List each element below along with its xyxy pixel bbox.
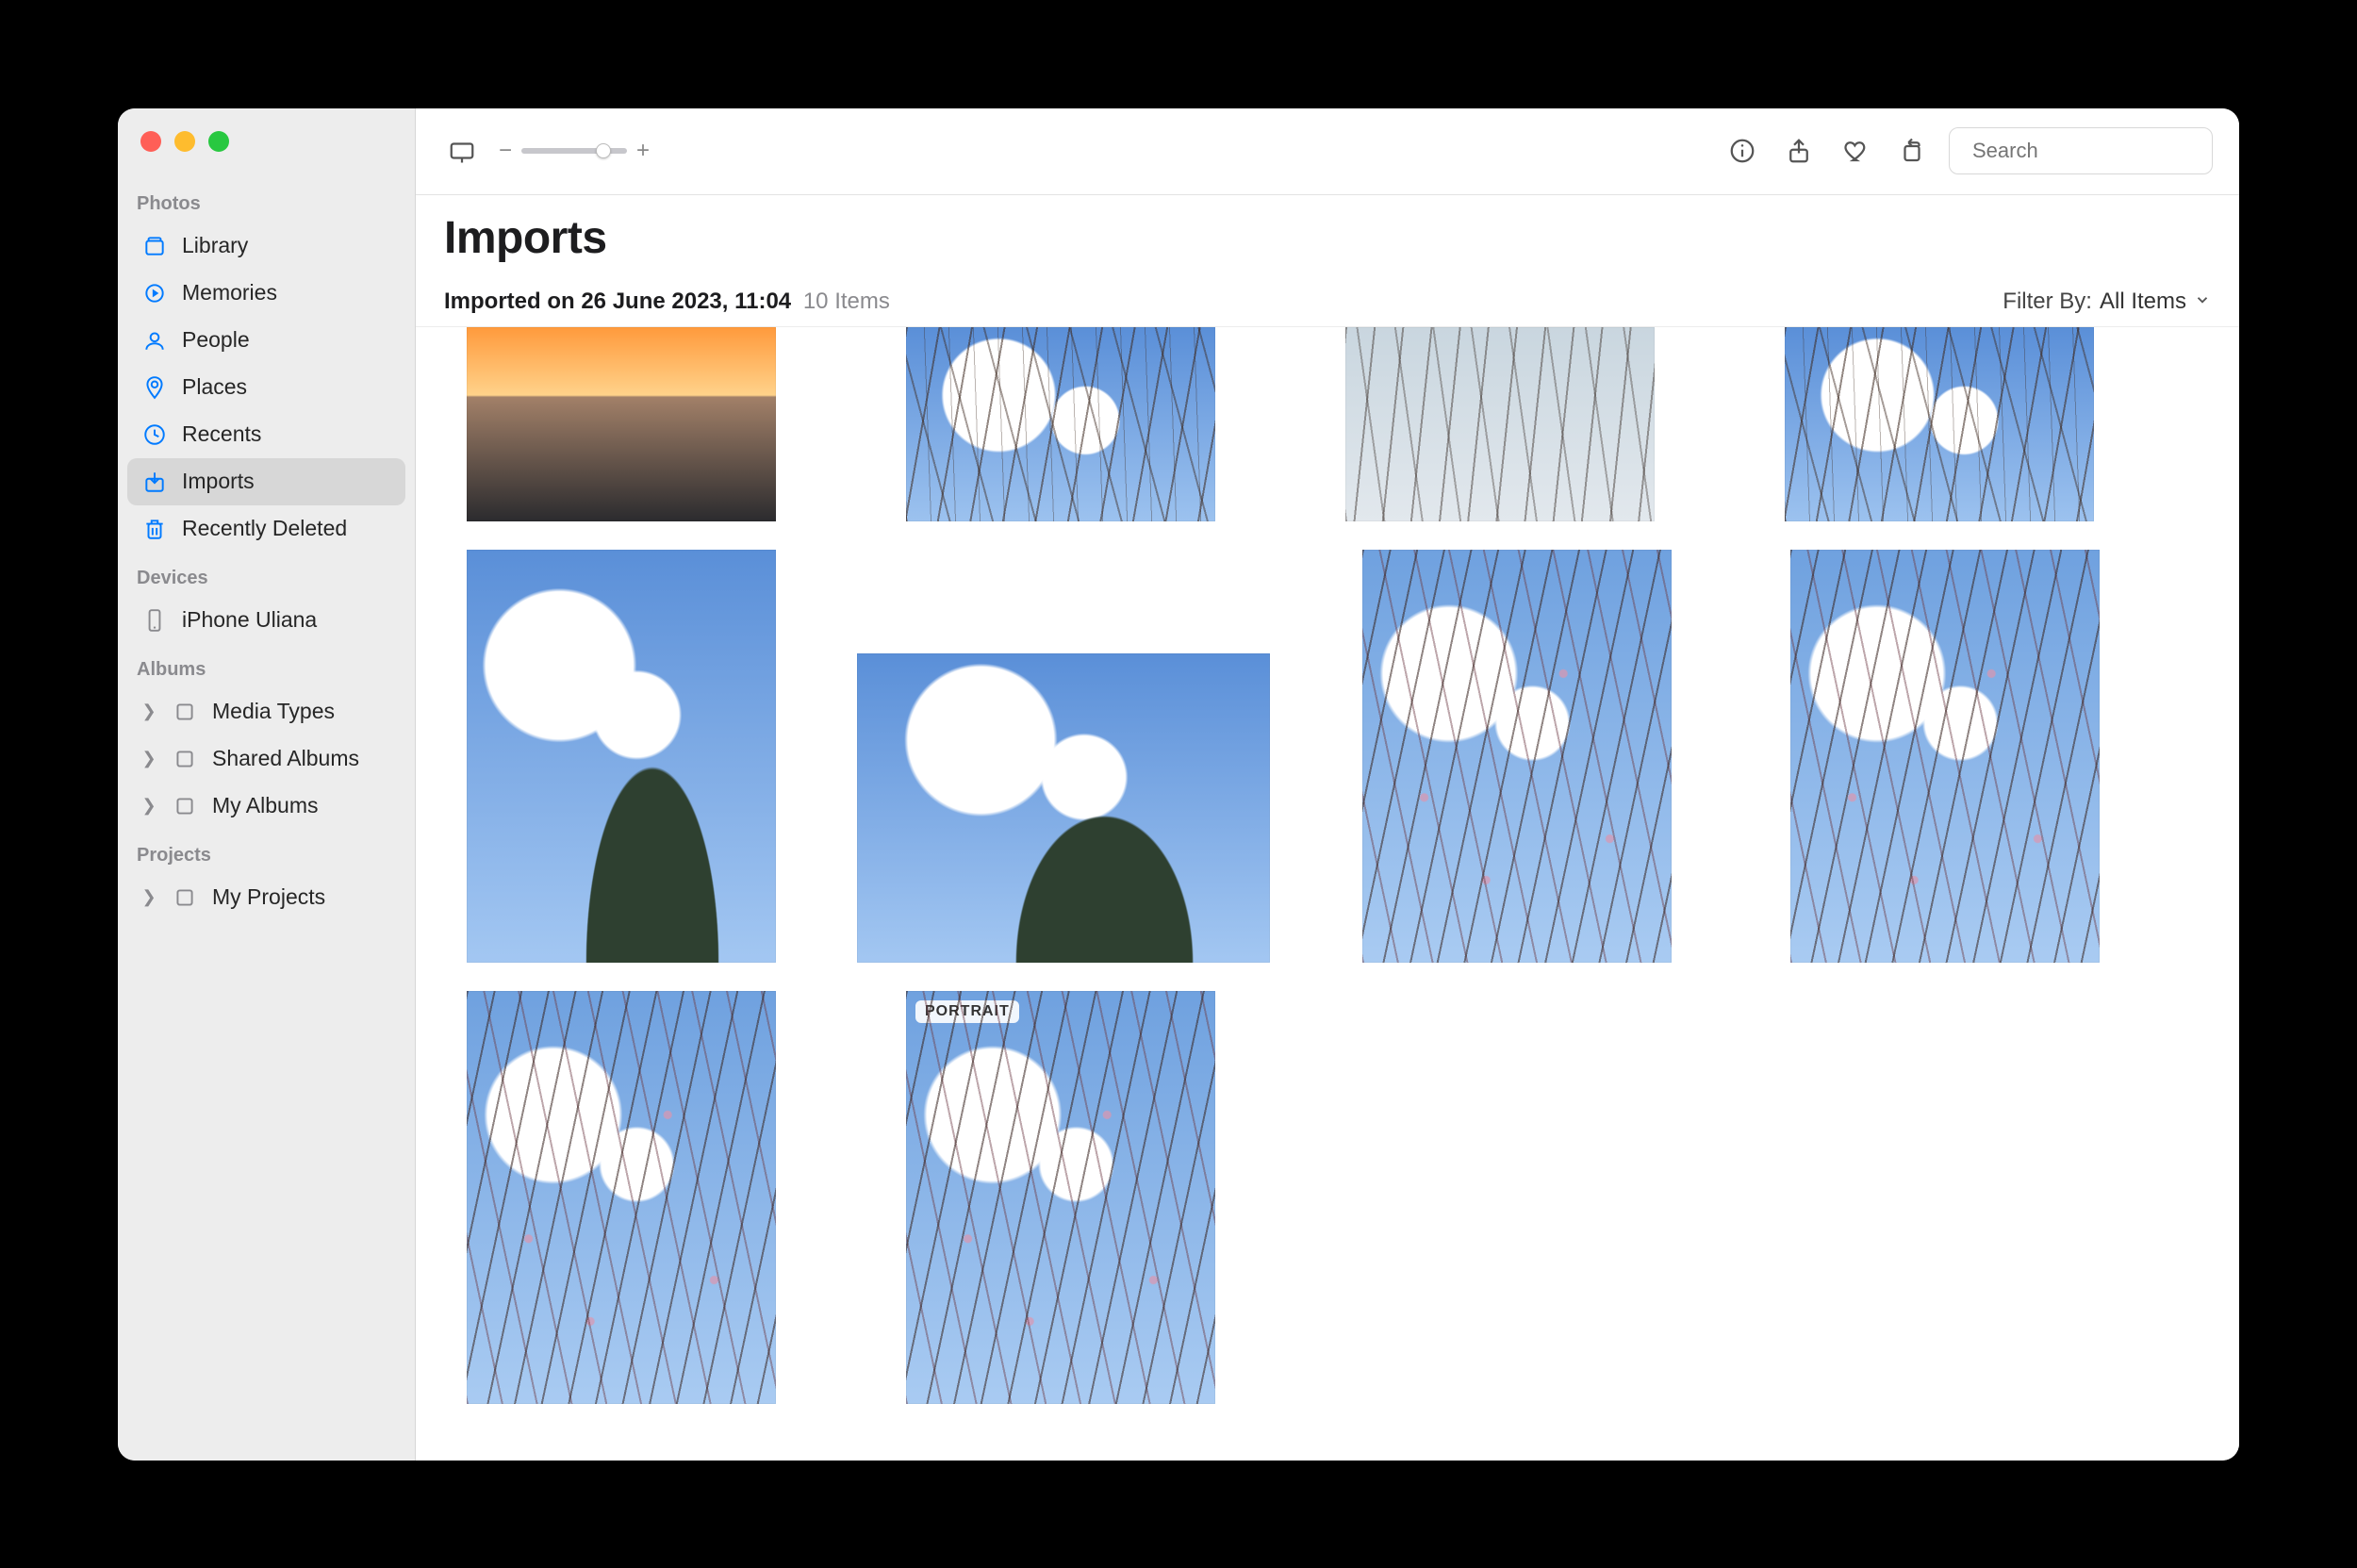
- main-area: − + Imports: [416, 108, 2239, 1461]
- sidebar-item-places[interactable]: Places: [127, 364, 405, 411]
- import-date: Imported on 26 June 2023, 11:04: [444, 289, 791, 314]
- sidebar-item-label: My Albums: [212, 793, 318, 818]
- album-icon: [171, 792, 199, 820]
- sidebar-item-my-albums[interactable]: ❯ My Albums: [127, 783, 405, 830]
- filter-control[interactable]: Filter By: All Items: [2003, 289, 2211, 315]
- places-icon: [140, 373, 169, 402]
- sidebar-item-label: Media Types: [212, 699, 335, 724]
- rotate-button[interactable]: [1892, 131, 1932, 171]
- sidebar-item-library[interactable]: Library: [127, 223, 405, 270]
- sidebar-item-media-types[interactable]: ❯ Media Types: [127, 688, 405, 735]
- people-icon: [140, 326, 169, 355]
- memories-icon: [140, 279, 169, 307]
- info-button[interactable]: [1722, 131, 1762, 171]
- sidebar-item-imports[interactable]: Imports: [127, 458, 405, 505]
- portrait-badge: PORTRAIT: [915, 1000, 1019, 1023]
- section-label: Devices: [118, 553, 415, 597]
- album-icon: [171, 883, 199, 912]
- photo-thumbnail[interactable]: [1790, 550, 2100, 963]
- sidebar-item-memories[interactable]: Memories: [127, 270, 405, 317]
- trash-icon: [140, 515, 169, 543]
- maximize-button[interactable]: [208, 131, 229, 152]
- sidebar-item-label: Recents: [182, 421, 261, 447]
- sidebar-item-device-iphone[interactable]: iPhone Uliana: [127, 597, 405, 644]
- photo-thumbnail[interactable]: [467, 991, 776, 1404]
- zoom-track[interactable]: [521, 148, 627, 154]
- filter-value: All Items: [2100, 289, 2186, 315]
- chevron-down-icon: [2194, 289, 2211, 315]
- sidebar-item-label: Places: [182, 374, 247, 400]
- share-button[interactable]: [1779, 131, 1819, 171]
- page-header: Imports: [416, 195, 2239, 270]
- search-input[interactable]: [1972, 139, 2239, 163]
- sub-header: Imported on 26 June 2023, 11:04 10 Items…: [416, 270, 2239, 327]
- photo-thumbnail[interactable]: [1785, 327, 2094, 521]
- sidebar-item-label: Imports: [182, 469, 255, 494]
- photo-thumbnail[interactable]: PORTRAIT: [906, 991, 1215, 1404]
- import-info: Imported on 26 June 2023, 11:04 10 Items: [444, 289, 890, 315]
- section-label: Albums: [118, 644, 415, 688]
- photo-thumbnail[interactable]: [906, 327, 1215, 521]
- sidebar-item-recently-deleted[interactable]: Recently Deleted: [127, 505, 405, 553]
- sidebar-item-label: Shared Albums: [212, 746, 359, 771]
- photo-thumbnail[interactable]: [1362, 550, 1672, 963]
- library-icon: [140, 232, 169, 260]
- photo-thumbnail[interactable]: [467, 327, 776, 521]
- window-controls: [118, 122, 415, 178]
- photo-thumbnail[interactable]: [857, 653, 1270, 963]
- close-button[interactable]: [140, 131, 161, 152]
- album-icon: [171, 698, 199, 726]
- sidebar-item-people[interactable]: People: [127, 317, 405, 364]
- sidebar-item-label: iPhone Uliana: [182, 607, 317, 633]
- sidebar-item-shared-albums[interactable]: ❯ Shared Albums: [127, 735, 405, 783]
- photo-grid[interactable]: PORTRAIT: [416, 327, 2239, 1461]
- item-count: 10 Items: [803, 289, 890, 314]
- page-title: Imports: [444, 212, 2211, 264]
- chevron-right-icon: ❯: [140, 796, 157, 816]
- chevron-right-icon: ❯: [140, 749, 157, 768]
- sidebar-item-label: My Projects: [212, 884, 325, 910]
- sidebar-item-label: Library: [182, 233, 248, 258]
- imports-icon: [140, 468, 169, 496]
- sidebar-item-label: Memories: [182, 280, 277, 305]
- aspect-toggle-button[interactable]: [442, 131, 482, 171]
- iphone-icon: [140, 606, 169, 635]
- chevron-right-icon: ❯: [140, 701, 157, 721]
- sidebar: Photos Library Memories People Places Recents…: [118, 108, 416, 1461]
- sidebar-item-label: Recently Deleted: [182, 516, 347, 541]
- recents-icon: [140, 421, 169, 449]
- zoom-knob[interactable]: [596, 143, 611, 158]
- toolbar: − +: [416, 108, 2239, 195]
- photo-thumbnail[interactable]: [467, 550, 776, 963]
- filter-label: Filter By:: [2003, 289, 2092, 315]
- app-window: Photos Library Memories People Places Recents…: [118, 108, 2239, 1461]
- zoom-in-label: +: [636, 138, 650, 164]
- sidebar-item-label: People: [182, 327, 250, 353]
- minimize-button[interactable]: [174, 131, 195, 152]
- sidebar-item-my-projects[interactable]: ❯ My Projects: [127, 874, 405, 921]
- zoom-slider[interactable]: − +: [499, 138, 650, 164]
- search-field[interactable]: [1949, 127, 2213, 174]
- chevron-right-icon: ❯: [140, 887, 157, 907]
- sidebar-item-recents[interactable]: Recents: [127, 411, 405, 458]
- album-icon: [171, 745, 199, 773]
- section-label: Projects: [118, 830, 415, 874]
- favorite-button[interactable]: [1836, 131, 1875, 171]
- zoom-out-label: −: [499, 138, 512, 164]
- section-label: Photos: [118, 178, 415, 223]
- photo-thumbnail[interactable]: [1345, 327, 1655, 521]
